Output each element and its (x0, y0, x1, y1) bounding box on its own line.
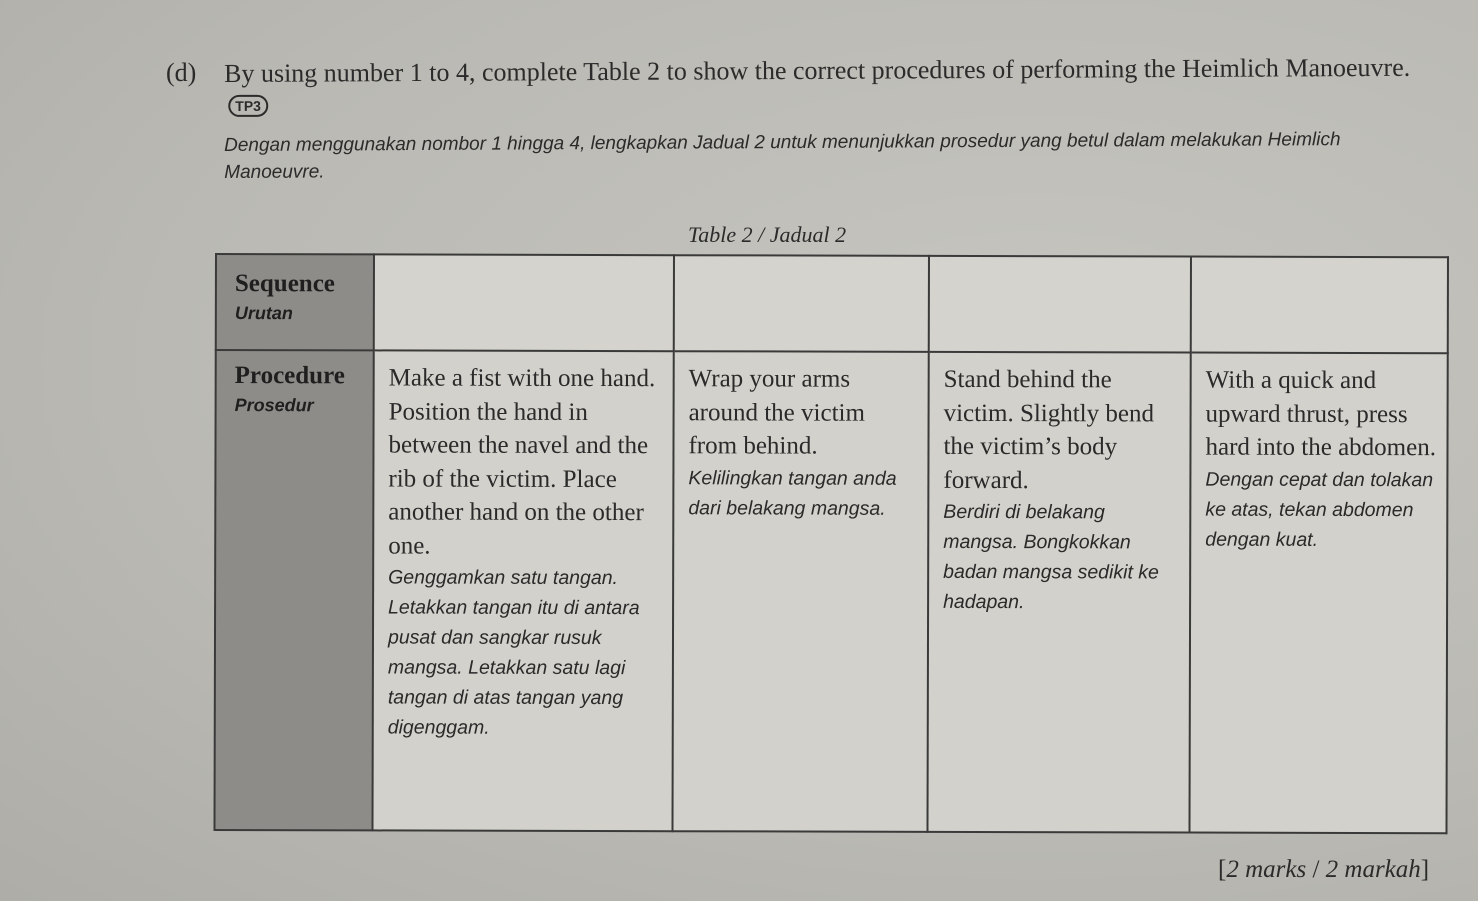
marks-ms: 2 markah (1325, 856, 1421, 883)
question-text-malay: Dengan menggunakan nombor 1 hingga 4, le… (224, 129, 1341, 183)
procedure-4-ms: Dengan cepat dan tolakan ke atas, tekan … (1205, 468, 1434, 551)
procedure-4-en: With a quick and upward thrust, press ha… (1205, 366, 1437, 462)
procedure-cell-2: Wrap your arms around the victim from be… (672, 351, 929, 832)
procedure-cell-4: With a quick and upward thrust, press ha… (1189, 352, 1448, 834)
procedure-2-ms: Kelilingkan tangan anda dari belakang ma… (688, 466, 897, 520)
procedure-1-en: Make a fist with one hand. Position the … (388, 364, 656, 560)
marks-separator: / (1306, 856, 1326, 883)
sequence-answer-cell-3[interactable] (928, 255, 1191, 353)
marks-en: 2 marks (1226, 856, 1307, 883)
sequence-answer-cell-2[interactable] (673, 255, 929, 352)
sequence-header: Sequence Urutan (215, 254, 374, 351)
question-text-english: By using number 1 to 4, complete Table 2… (224, 52, 1434, 122)
sequence-answer-cell-4[interactable] (1190, 256, 1448, 354)
procedure-1-ms: Genggamkan satu tangan. Letakkan tangan … (387, 566, 640, 739)
sequence-row: Sequence Urutan (215, 254, 1448, 354)
sequence-answer-cell-1[interactable] (373, 254, 674, 352)
question-text: By using number 1 to 4, complete Table 2… (224, 52, 1411, 88)
procedure-header: Procedure Prosedur (214, 350, 374, 831)
marks-allocation: [2 marks / 2 markah] (1218, 856, 1429, 884)
procedure-3-en: Stand behind the victim. Slightly bend t… (943, 365, 1155, 494)
procedure-header-en: Procedure (234, 362, 345, 390)
marks-close-bracket: ] (1420, 856, 1430, 883)
sequence-header-en: Sequence (234, 270, 335, 298)
procedure-cell-3: Stand behind the victim. Slightly bend t… (927, 351, 1191, 833)
question-label: (d) (166, 58, 197, 87)
procedure-cell-1: Make a fist with one hand. Position the … (372, 350, 674, 832)
procedure-table: Sequence Urutan Procedure Prosedur Make … (213, 253, 1448, 834)
procedure-3-ms: Berdiri di belakang mangsa. Bongkokkan b… (943, 500, 1159, 614)
sequence-header-ms: Urutan (234, 303, 293, 324)
procedure-header-ms: Prosedur (234, 395, 314, 416)
table-caption: Table 2 / Jadual 2 (688, 222, 847, 247)
procedure-row: Procedure Prosedur Make a fist with one … (214, 350, 1448, 834)
tp-level-badge: TP3 (228, 94, 268, 117)
procedure-2-en: Wrap your arms around the victim from be… (688, 365, 865, 460)
